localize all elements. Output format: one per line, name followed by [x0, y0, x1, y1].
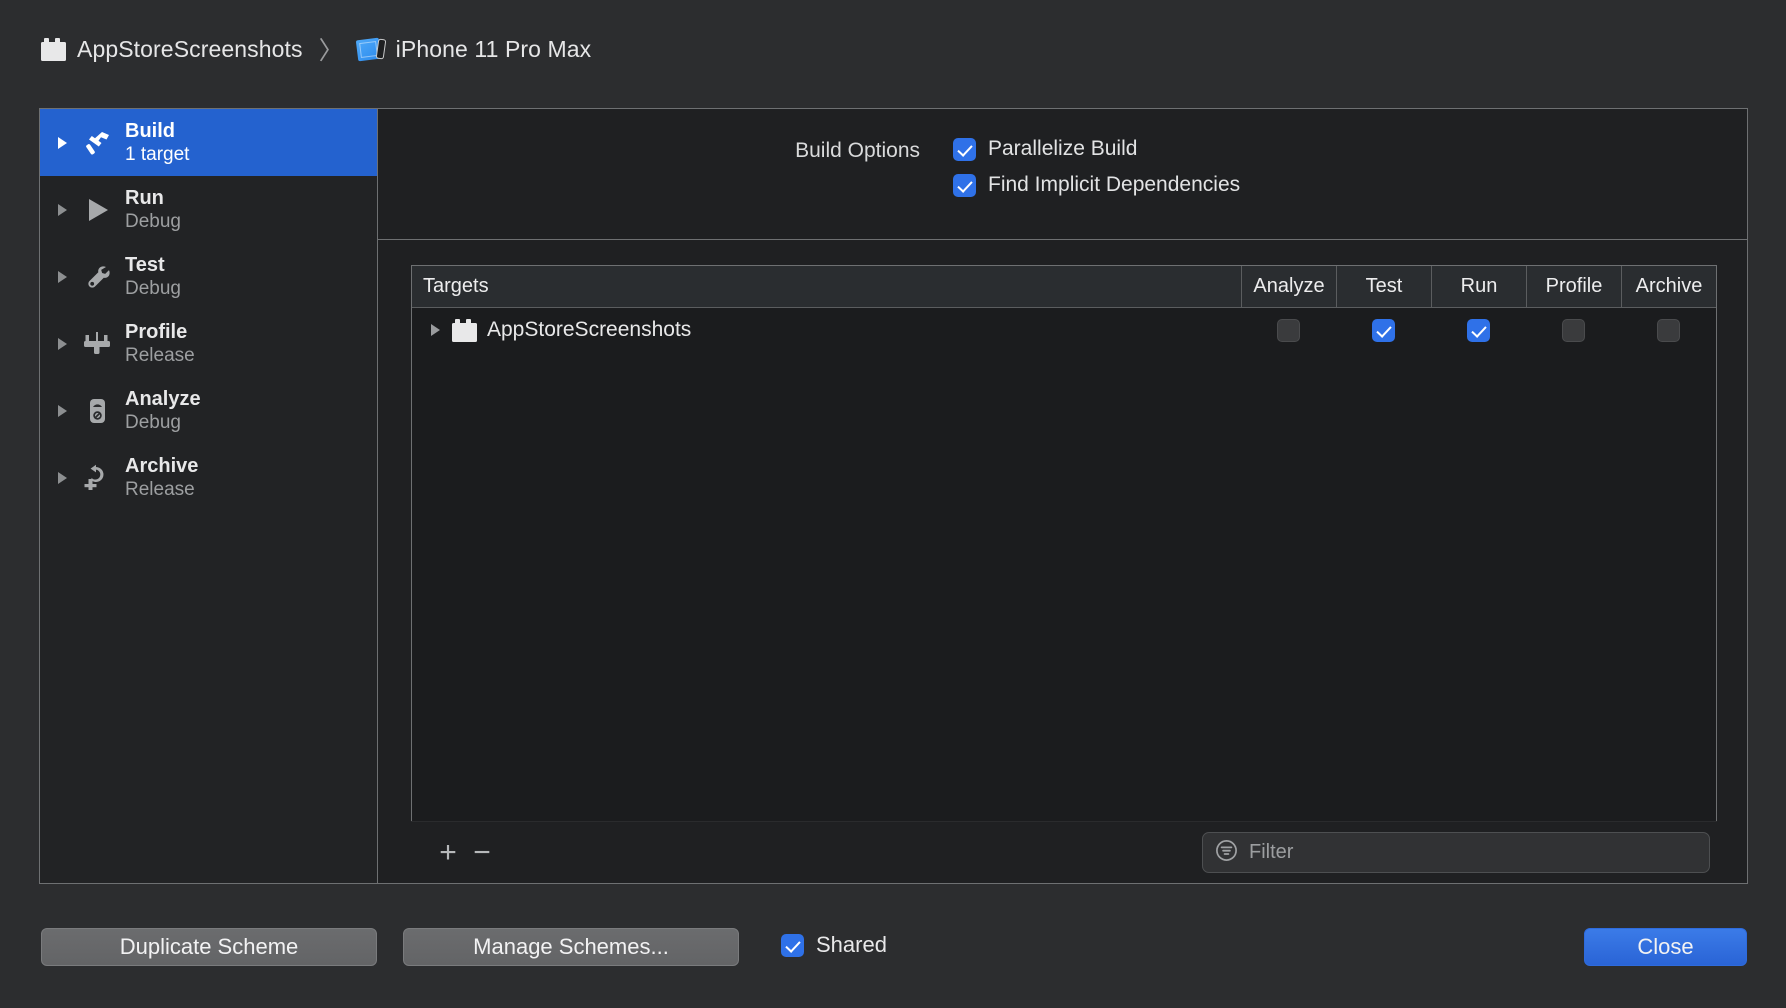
disclosure-triangle-icon[interactable]	[58, 137, 67, 149]
wrench-icon	[80, 260, 114, 294]
duplicate-scheme-button[interactable]: Duplicate Scheme	[41, 928, 377, 966]
targets-table-toolbar: + − Filter	[411, 821, 1717, 883]
target-name-cell[interactable]: AppStoreScreenshots	[412, 318, 1241, 342]
breadcrumb-separator-icon: 〉	[319, 31, 344, 67]
profile-checkbox[interactable]	[1562, 319, 1585, 342]
sidebar-item-analyze[interactable]: Analyze Debug	[40, 377, 377, 444]
parallelize-build-row[interactable]: Parallelize Build	[941, 137, 1137, 161]
sidebar-item-run[interactable]: Run Debug	[40, 176, 377, 243]
hammer-icon	[80, 126, 114, 160]
sidebar-item-title: Profile	[125, 320, 195, 344]
close-button[interactable]: Close	[1584, 928, 1747, 966]
breadcrumb-project-label: AppStoreScreenshots	[77, 36, 303, 63]
build-options-label: Build Options	[720, 139, 920, 163]
play-icon	[80, 193, 114, 227]
build-options-section: Build Options Parallelize Build Find Imp…	[378, 109, 1747, 240]
sidebar-item-subtitle: Debug	[125, 277, 181, 300]
caliper-icon	[80, 327, 114, 361]
manage-schemes-button[interactable]: Manage Schemes...	[403, 928, 739, 966]
dialog-footer: Duplicate Scheme Manage Schemes... Share…	[0, 896, 1786, 1008]
target-name-label: AppStoreScreenshots	[487, 318, 691, 342]
shared-row[interactable]: Shared	[769, 932, 887, 958]
remove-target-button[interactable]: −	[465, 838, 499, 868]
column-header-targets[interactable]: Targets	[412, 266, 1241, 307]
parallelize-build-checkbox[interactable]	[953, 138, 976, 161]
breadcrumb-project[interactable]: AppStoreScreenshots	[41, 36, 303, 63]
archive-icon	[80, 461, 114, 495]
sidebar-item-subtitle: Release	[125, 344, 195, 367]
breadcrumb-bar: AppStoreScreenshots 〉 iPhone 11 Pro Max	[0, 0, 1786, 98]
find-implicit-dependencies-label: Find Implicit Dependencies	[988, 173, 1240, 197]
sidebar-item-title: Test	[125, 253, 181, 277]
scheme-device-icon	[357, 37, 385, 62]
analyze-checkbox[interactable]	[1277, 319, 1300, 342]
profile-cell[interactable]	[1526, 319, 1621, 342]
scheme-actions-sidebar: Build 1 target Run Debug	[40, 109, 378, 883]
scheme-editor: Build 1 target Run Debug	[39, 108, 1748, 884]
disclosure-triangle-icon[interactable]	[58, 271, 67, 283]
column-header-run[interactable]: Run	[1431, 266, 1526, 307]
disclosure-triangle-icon[interactable]	[58, 405, 67, 417]
filter-placeholder: Filter	[1249, 841, 1293, 864]
disclosure-triangle-icon[interactable]	[431, 324, 440, 336]
find-implicit-dependencies-row[interactable]: Find Implicit Dependencies	[941, 173, 1240, 197]
find-implicit-dependencies-checkbox[interactable]	[953, 174, 976, 197]
targets-table-header: Targets Analyze Test Run Profile Archive	[412, 266, 1716, 308]
sidebar-item-subtitle: Debug	[125, 411, 201, 434]
analyze-icon	[80, 394, 114, 428]
sidebar-item-profile[interactable]: Profile Release	[40, 310, 377, 377]
sidebar-item-title: Analyze	[125, 387, 201, 411]
sidebar-item-subtitle: 1 target	[125, 143, 189, 166]
shared-label: Shared	[816, 932, 887, 958]
filter-field[interactable]: Filter	[1202, 832, 1710, 873]
breadcrumb-scheme-label: iPhone 11 Pro Max	[396, 36, 592, 63]
sidebar-item-title: Archive	[125, 454, 198, 478]
sidebar-item-subtitle: Debug	[125, 210, 181, 233]
targets-section: Targets Analyze Test Run Profile Archive…	[378, 240, 1747, 883]
column-header-profile[interactable]: Profile	[1526, 266, 1621, 307]
parallelize-build-label: Parallelize Build	[988, 137, 1137, 161]
disclosure-triangle-icon[interactable]	[58, 338, 67, 350]
project-icon	[41, 38, 66, 61]
sidebar-item-title: Build	[125, 119, 189, 143]
analyze-cell[interactable]	[1241, 319, 1336, 342]
disclosure-triangle-icon[interactable]	[58, 472, 67, 484]
test-checkbox[interactable]	[1372, 319, 1395, 342]
build-action-pane: Build Options Parallelize Build Find Imp…	[378, 109, 1747, 883]
disclosure-triangle-icon[interactable]	[58, 204, 67, 216]
sidebar-item-build[interactable]: Build 1 target	[40, 109, 377, 176]
sidebar-item-title: Run	[125, 186, 181, 210]
archive-cell[interactable]	[1621, 319, 1716, 342]
test-cell[interactable]	[1336, 319, 1431, 342]
filter-icon	[1215, 839, 1238, 867]
column-header-archive[interactable]: Archive	[1621, 266, 1716, 307]
shared-checkbox[interactable]	[781, 934, 804, 957]
add-target-button[interactable]: +	[431, 838, 465, 868]
table-row[interactable]: AppStoreScreenshots	[412, 308, 1716, 352]
project-icon	[452, 319, 477, 342]
run-cell[interactable]	[1431, 319, 1526, 342]
run-checkbox[interactable]	[1467, 319, 1490, 342]
sidebar-item-test[interactable]: Test Debug	[40, 243, 377, 310]
column-header-analyze[interactable]: Analyze	[1241, 266, 1336, 307]
breadcrumb-scheme[interactable]: iPhone 11 Pro Max	[357, 36, 592, 63]
targets-table: Targets Analyze Test Run Profile Archive…	[411, 265, 1717, 821]
sidebar-item-archive[interactable]: Archive Release	[40, 444, 377, 511]
sidebar-item-subtitle: Release	[125, 478, 198, 501]
archive-checkbox[interactable]	[1657, 319, 1680, 342]
targets-table-body: AppStoreScreenshots	[412, 308, 1716, 821]
column-header-test[interactable]: Test	[1336, 266, 1431, 307]
